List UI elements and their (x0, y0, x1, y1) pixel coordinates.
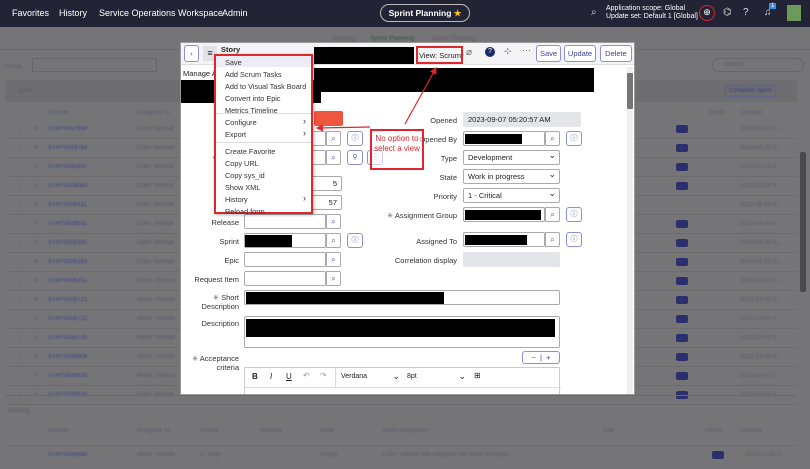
arrow-to-menu (315, 124, 371, 132)
arrow-to-view (404, 66, 437, 125)
annotation-arrows (315, 66, 437, 132)
